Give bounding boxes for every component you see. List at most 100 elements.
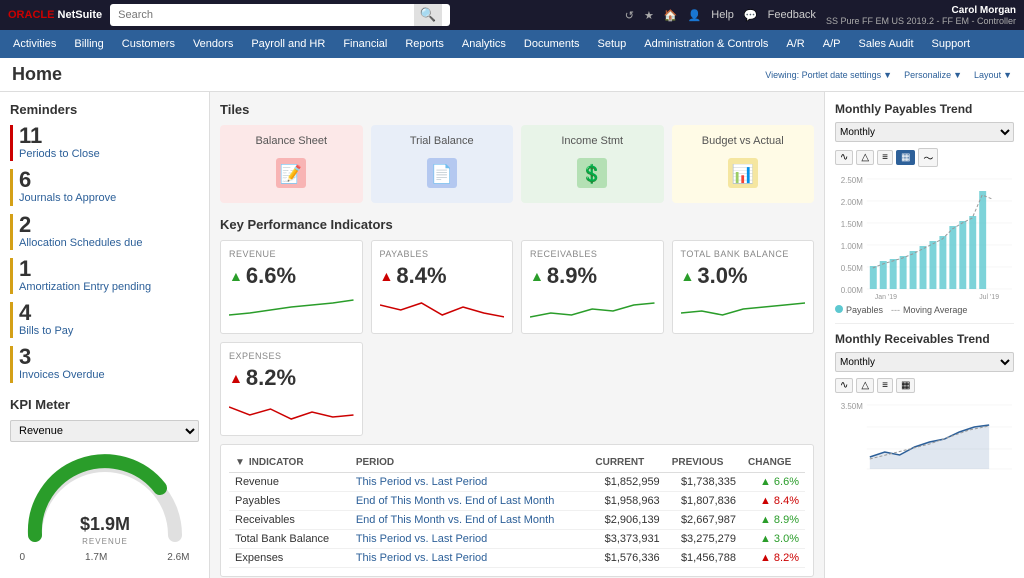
nav-documents[interactable]: Documents <box>515 30 589 58</box>
chart-btn-line[interactable]: ∿ <box>835 150 853 165</box>
row-previous-receivables: $2,667,987 <box>666 511 742 530</box>
feedback-link[interactable]: Feedback <box>768 9 816 21</box>
kpi-value-revenue: ▲6.6% <box>229 263 354 289</box>
chart-btn-bar[interactable]: ▦ <box>896 150 915 165</box>
search-box[interactable]: 🔍 <box>110 4 450 26</box>
tile-bs-label: Balance Sheet <box>255 135 327 147</box>
reminder-desc-journals[interactable]: Journals to Approve <box>19 191 116 205</box>
kpi-value-expenses: ▲8.2% <box>229 365 354 391</box>
row-period-bank[interactable]: This Period vs. Last Period <box>350 530 590 549</box>
search-button[interactable]: 🔍 <box>414 4 443 26</box>
nav-support[interactable]: Support <box>923 30 980 58</box>
row-current-revenue: $1,852,959 <box>589 473 665 492</box>
kpi-title: Key Performance Indicators <box>220 217 814 232</box>
row-change-revenue: ▲ 6.6% <box>742 473 805 492</box>
receivables-chart-svg: 3.50M <box>835 397 1014 477</box>
svg-text:0.00M: 0.00M <box>841 286 863 295</box>
rec-chart-btn-line[interactable]: ∿ <box>835 378 853 393</box>
chart-btn-area[interactable]: △ <box>856 150 874 165</box>
oracle-text: ORACLE NetSuite <box>8 9 102 21</box>
nav-billing[interactable]: Billing <box>65 30 112 58</box>
kpi-table: ▼INDICATOR PERIOD CURRENT PREVIOUS CHANG… <box>229 453 805 568</box>
tile-budget-actual[interactable]: Budget vs Actual 📊 <box>672 125 815 203</box>
nav-analytics[interactable]: Analytics <box>453 30 515 58</box>
tile-bs-icon: 📝 <box>271 153 311 193</box>
nav-customers[interactable]: Customers <box>113 30 184 58</box>
kpi-sparkline-bank <box>681 295 806 325</box>
chart-btn-wave[interactable]: 〜 <box>918 148 938 167</box>
nav-financial[interactable]: Financial <box>334 30 396 58</box>
row-period-expenses[interactable]: This Period vs. Last Period <box>350 549 590 568</box>
row-current-expenses: $1,576,336 <box>589 549 665 568</box>
rec-chart-btn-area[interactable]: △ <box>856 378 874 393</box>
kpi-value-receivables: ▲8.9% <box>530 263 655 289</box>
receivables-chart-select[interactable]: Monthly Quarterly Yearly <box>835 352 1014 372</box>
tile-balance-sheet[interactable]: Balance Sheet 📝 <box>220 125 363 203</box>
help-link[interactable]: Help <box>711 9 734 21</box>
tile-is-label: Income Stmt <box>561 135 623 147</box>
gauge-max: 2.6M <box>167 552 189 563</box>
kpi-card-revenue: REVENUE ▲6.6% <box>220 240 363 334</box>
kpi-label-bank: TOTAL BANK BALANCE <box>681 249 806 259</box>
reminder-bills: 4 Bills to Pay <box>10 302 199 338</box>
legend-moving-avg: ---Moving Average <box>891 305 967 315</box>
tile-trial-balance[interactable]: Trial Balance 📄 <box>371 125 514 203</box>
row-indicator-receivables: Receivables <box>229 511 350 530</box>
center-panel: Tiles Balance Sheet 📝 Trial Balance 📄 In… <box>210 92 824 578</box>
reminder-num-bills: 4 <box>19 302 73 324</box>
row-period-receivables[interactable]: End of This Month vs. End of Last Month <box>350 511 590 530</box>
svg-text:1.00M: 1.00M <box>841 242 863 251</box>
row-indicator-bank: Total Bank Balance <box>229 530 350 549</box>
nav-ar[interactable]: A/R <box>777 30 813 58</box>
reminder-desc-invoices[interactable]: Invoices Overdue <box>19 368 105 382</box>
topbar-icon-person[interactable]: 👤 <box>688 9 702 22</box>
viewing-portlet-link[interactable]: Viewing: Portlet date settings ▼ <box>765 70 892 80</box>
kpi-card-expenses: EXPENSES ▲8.2% <box>220 342 363 436</box>
payables-chart-svg: 2.50M 2.00M 1.50M 1.00M 0.50M 0.00M <box>835 171 1014 301</box>
personalize-link[interactable]: Personalize ▼ <box>904 70 962 80</box>
rec-chart-btn-bar[interactable]: ▦ <box>896 378 915 393</box>
payables-chart-select[interactable]: Monthly Quarterly Yearly <box>835 122 1014 142</box>
nav-vendors[interactable]: Vendors <box>184 30 242 58</box>
nav-activities[interactable]: Activities <box>4 30 65 58</box>
chart-btn-table[interactable]: ≡ <box>877 150 893 165</box>
gauge-container: $1.9M REVENUE 0 1.7M 2.6M <box>20 450 190 563</box>
kpi-sparkline-revenue <box>229 295 354 325</box>
row-change-receivables: ▲ 8.9% <box>742 511 805 530</box>
topbar-icon-refresh[interactable]: ↺ <box>625 9 634 22</box>
svg-text:0.50M: 0.50M <box>841 264 863 273</box>
reminder-desc-periods[interactable]: Periods to Close <box>19 147 100 161</box>
row-period-revenue[interactable]: This Period vs. Last Period <box>350 473 590 492</box>
kpi-meter-select[interactable]: Revenue Payables Receivables Total Bank … <box>10 420 199 442</box>
nav-reports[interactable]: Reports <box>396 30 453 58</box>
reminder-desc-amortization[interactable]: Amortization Entry pending <box>19 280 151 294</box>
sort-icon[interactable]: ▼ <box>235 457 245 468</box>
gauge-svg: $1.9M REVENUE <box>20 450 190 550</box>
page-header: Home Viewing: Portlet date settings ▼ Pe… <box>0 58 1024 92</box>
nav-ap[interactable]: A/P <box>814 30 850 58</box>
nav-sales-audit[interactable]: Sales Audit <box>849 30 922 58</box>
col-period: PERIOD <box>350 453 590 473</box>
reminder-desc-allocation[interactable]: Allocation Schedules due <box>19 236 143 250</box>
payables-chart-area: 2.50M 2.00M 1.50M 1.00M 0.50M 0.00M <box>835 171 1014 301</box>
rec-chart-btn-table[interactable]: ≡ <box>877 378 893 393</box>
gauge-labels: 0 1.7M 2.6M <box>20 552 190 563</box>
layout-link[interactable]: Layout ▼ <box>974 70 1012 80</box>
nav-payroll[interactable]: Payroll and HR <box>242 30 334 58</box>
svg-text:💲: 💲 <box>581 163 603 184</box>
row-period-payables[interactable]: End of This Month vs. End of Last Month <box>350 492 590 511</box>
kpi-meter-section: KPI Meter Revenue Payables Receivables T… <box>10 397 199 563</box>
topbar-icon-home[interactable]: 🏠 <box>664 9 678 22</box>
reminder-desc-bills[interactable]: Bills to Pay <box>19 324 73 338</box>
nav-setup[interactable]: Setup <box>589 30 636 58</box>
col-indicator: ▼INDICATOR <box>229 453 350 473</box>
navbar: Activities Billing Customers Vendors Pay… <box>0 30 1024 58</box>
kpi-arrow-receivables: ▲ <box>530 268 544 284</box>
tile-income-stmt[interactable]: Income Stmt 💲 <box>521 125 664 203</box>
reminder-left-amortization: 1 Amortization Entry pending <box>10 258 151 294</box>
reminder-num-journals: 6 <box>19 169 116 191</box>
nav-admin[interactable]: Administration & Controls <box>635 30 777 58</box>
topbar-icon-star[interactable]: ★ <box>644 9 654 22</box>
kpi-label-payables: PAYABLES <box>380 249 505 259</box>
search-input[interactable] <box>118 9 413 21</box>
